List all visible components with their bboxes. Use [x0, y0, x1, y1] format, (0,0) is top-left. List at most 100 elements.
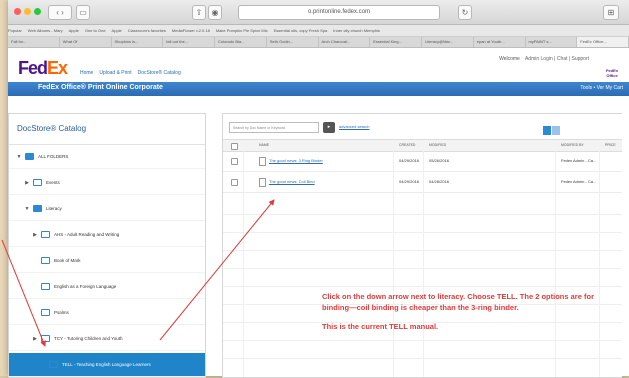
share-icon[interactable]: ⇧	[192, 5, 206, 20]
banner-link[interactable]: Tools • Ver My Cart	[580, 85, 623, 91]
browser-tab[interactable]: What Of	[60, 37, 112, 47]
browser-tab[interactable]: Seth Godin...	[267, 37, 319, 47]
favorite-link[interactable]: Make Pumpkin Pie Spice Mix	[216, 28, 268, 33]
browser-tab[interactable]: fall out the...	[163, 37, 215, 47]
search-button[interactable]: ▸	[323, 122, 335, 133]
browser-tab[interactable]: Essential King...	[370, 37, 422, 47]
favorite-link[interactable]: Apple	[112, 28, 122, 33]
col-price[interactable]: PRICE	[605, 140, 616, 151]
folder-label: TELL - Teaching English Language Learner…	[62, 362, 151, 367]
favorite-link[interactable]: Apple	[69, 28, 79, 33]
banner-bar: FedEx Office® Print Online Corporate Too…	[8, 82, 629, 96]
reader-icon[interactable]: ◉	[208, 5, 222, 20]
folder-tree-item[interactable]: Book of Mark	[9, 249, 205, 273]
folder-label: English as a Foreign Language	[54, 284, 117, 289]
select-all-checkbox[interactable]	[231, 143, 238, 150]
browser-tab[interactable]: Arch Charcoal...	[319, 37, 371, 47]
back-forward-button[interactable]: ‹ ›	[48, 5, 72, 20]
folder-tree-item[interactable]: English as a Foreign Language	[9, 275, 205, 299]
folder-tree-item[interactable]: ▶ Events	[9, 171, 205, 195]
favorite-link[interactable]: One to One	[85, 28, 106, 33]
fedex-logo[interactable]: FedEx	[18, 58, 68, 79]
folder-icon	[41, 257, 50, 264]
tabs-overview-button[interactable]: ⊞	[603, 5, 619, 20]
folder-label: AHS - Adult Reading and Writing	[54, 232, 120, 237]
search-input[interactable]: Search by Doc Name or Keyword	[229, 122, 319, 133]
row-checkbox[interactable]	[231, 179, 238, 186]
fedex-office-badge: FedEx Office	[601, 52, 623, 78]
chevron-right-icon[interactable]: ▶	[23, 180, 31, 186]
advanced-search-link[interactable]: advanced search	[339, 124, 369, 129]
annotation-line-1: Click on the down arrow next to literacy…	[322, 292, 594, 312]
empty-row-line	[223, 268, 622, 269]
grid-view-icon[interactable]	[552, 126, 560, 135]
folder-tree-item[interactable]: ▶ TCY - Tutoring Children and Youth	[9, 327, 205, 351]
folder-tree-item[interactable]: ▼ ALL FOLDERS	[9, 145, 205, 169]
favorite-link[interactable]: Classroom's favorites	[128, 28, 166, 33]
folder-icon	[41, 231, 50, 238]
address-bar[interactable]: o.printonline.fedex.com	[238, 5, 440, 20]
file-modified-by: Fedex Admin - Ca...	[561, 158, 597, 163]
account-area: Welcome Admin Login | Chat | Support	[499, 56, 589, 62]
folder-label: ALL FOLDERS	[38, 154, 69, 159]
list-view-icon[interactable]	[543, 126, 551, 135]
sidebar-toggle-button[interactable]: ▭	[76, 5, 90, 20]
folder-tree-item[interactable]: Psalms	[9, 301, 205, 325]
close-window-button[interactable]	[14, 8, 21, 15]
document-icon	[259, 178, 266, 187]
favorite-link[interactable]: Essential oils, copy Fresh Spa	[274, 28, 328, 33]
favorite-link[interactable]: Inner city church Memphis	[333, 28, 380, 33]
minimize-window-button[interactable]	[24, 8, 31, 15]
view-toggle[interactable]	[543, 122, 563, 135]
nav-link[interactable]: Upload & Print	[99, 70, 131, 76]
zoom-window-button[interactable]	[34, 8, 41, 15]
reload-icon[interactable]: ↻	[458, 5, 472, 20]
folder-tree-item[interactable]: TELL - Teaching English Language Learner…	[9, 353, 205, 377]
empty-row-line	[223, 214, 622, 215]
col-modified[interactable]: MODIFIED	[429, 140, 446, 151]
col-name[interactable]: NAME	[259, 140, 269, 151]
folder-label: TCY - Tutoring Children and Youth	[54, 336, 123, 341]
file-created: 04/29/2016	[399, 158, 420, 163]
nav-link[interactable]: DocStore® Catalog	[138, 70, 181, 76]
instruction-annotation: Click on the down arrow next to literacy…	[322, 291, 612, 340]
browser-tab[interactable]: Colorado Bla...	[215, 37, 267, 47]
folder-label: Events	[46, 180, 60, 185]
browser-tab[interactable]: epan at Youth...	[474, 37, 526, 47]
col-created[interactable]: CREATED	[399, 140, 415, 151]
chevron-down-icon[interactable]: ▼	[23, 206, 31, 212]
empty-row-line	[223, 358, 622, 359]
account-links[interactable]: Admin Login | Chat | Support	[525, 56, 589, 62]
folder-icon	[33, 179, 42, 186]
catalog-title: DocStore® Catalog	[9, 114, 205, 145]
folder-tree-item[interactable]: ▼ Literacy	[9, 197, 205, 221]
tab-bar: Fall for... What Of Shopkins is... fall out…	[8, 37, 629, 48]
chevron-right-icon[interactable]: ▶	[31, 232, 39, 238]
browser-tab[interactable]: Shopkins is...	[112, 37, 164, 47]
nav-link[interactable]: Home	[80, 70, 93, 76]
empty-row-line	[223, 250, 622, 251]
site-header: FedEx Home Upload & Print DocStore® Catalo…	[8, 48, 629, 82]
chevron-right-icon[interactable]: ▶	[31, 336, 39, 342]
file-name-link[interactable]: The good news: 3 Ring Binder	[269, 151, 323, 171]
folder-tree-item[interactable]: ▶ AHS - Adult Reading and Writing	[9, 223, 205, 247]
browser-tab[interactable]: Fall for...	[8, 37, 60, 47]
file-modified: 04/28/2016	[429, 179, 450, 184]
logo-ex-text: Ex	[47, 58, 68, 78]
table-row[interactable]: The good news: 3 Ring Binder 04/29/2016 …	[223, 151, 622, 172]
table-row[interactable]: The good news: Coil Bind 04/29/2016 04/2…	[223, 172, 622, 193]
chevron-down-icon[interactable]: ▼	[15, 154, 23, 160]
file-name-link[interactable]: The good news: Coil Bind	[269, 172, 315, 192]
file-modified-by: Fedex Admin - Ca...	[561, 179, 597, 184]
favorite-link[interactable]: Web Albums - Mary	[28, 28, 63, 33]
logo-fed-text: Fed	[18, 58, 48, 78]
browser-tab[interactable]: Literacy@Mar...	[422, 37, 474, 47]
favorite-link[interactable]: MediaFlower v.2.0.18	[172, 28, 210, 33]
col-modified-by[interactable]: MODIFIED BY	[561, 140, 584, 151]
browser-tab[interactable]: myPAINT s...	[526, 37, 578, 47]
row-checkbox[interactable]	[231, 158, 238, 165]
browser-tab[interactable]: FedEx Office...	[577, 37, 629, 47]
folder-label: Psalms	[54, 310, 69, 315]
favorite-link[interactable]: Popular	[8, 28, 22, 33]
breadcrumb: Home Upload & Print DocStore® Catalog	[80, 70, 187, 76]
